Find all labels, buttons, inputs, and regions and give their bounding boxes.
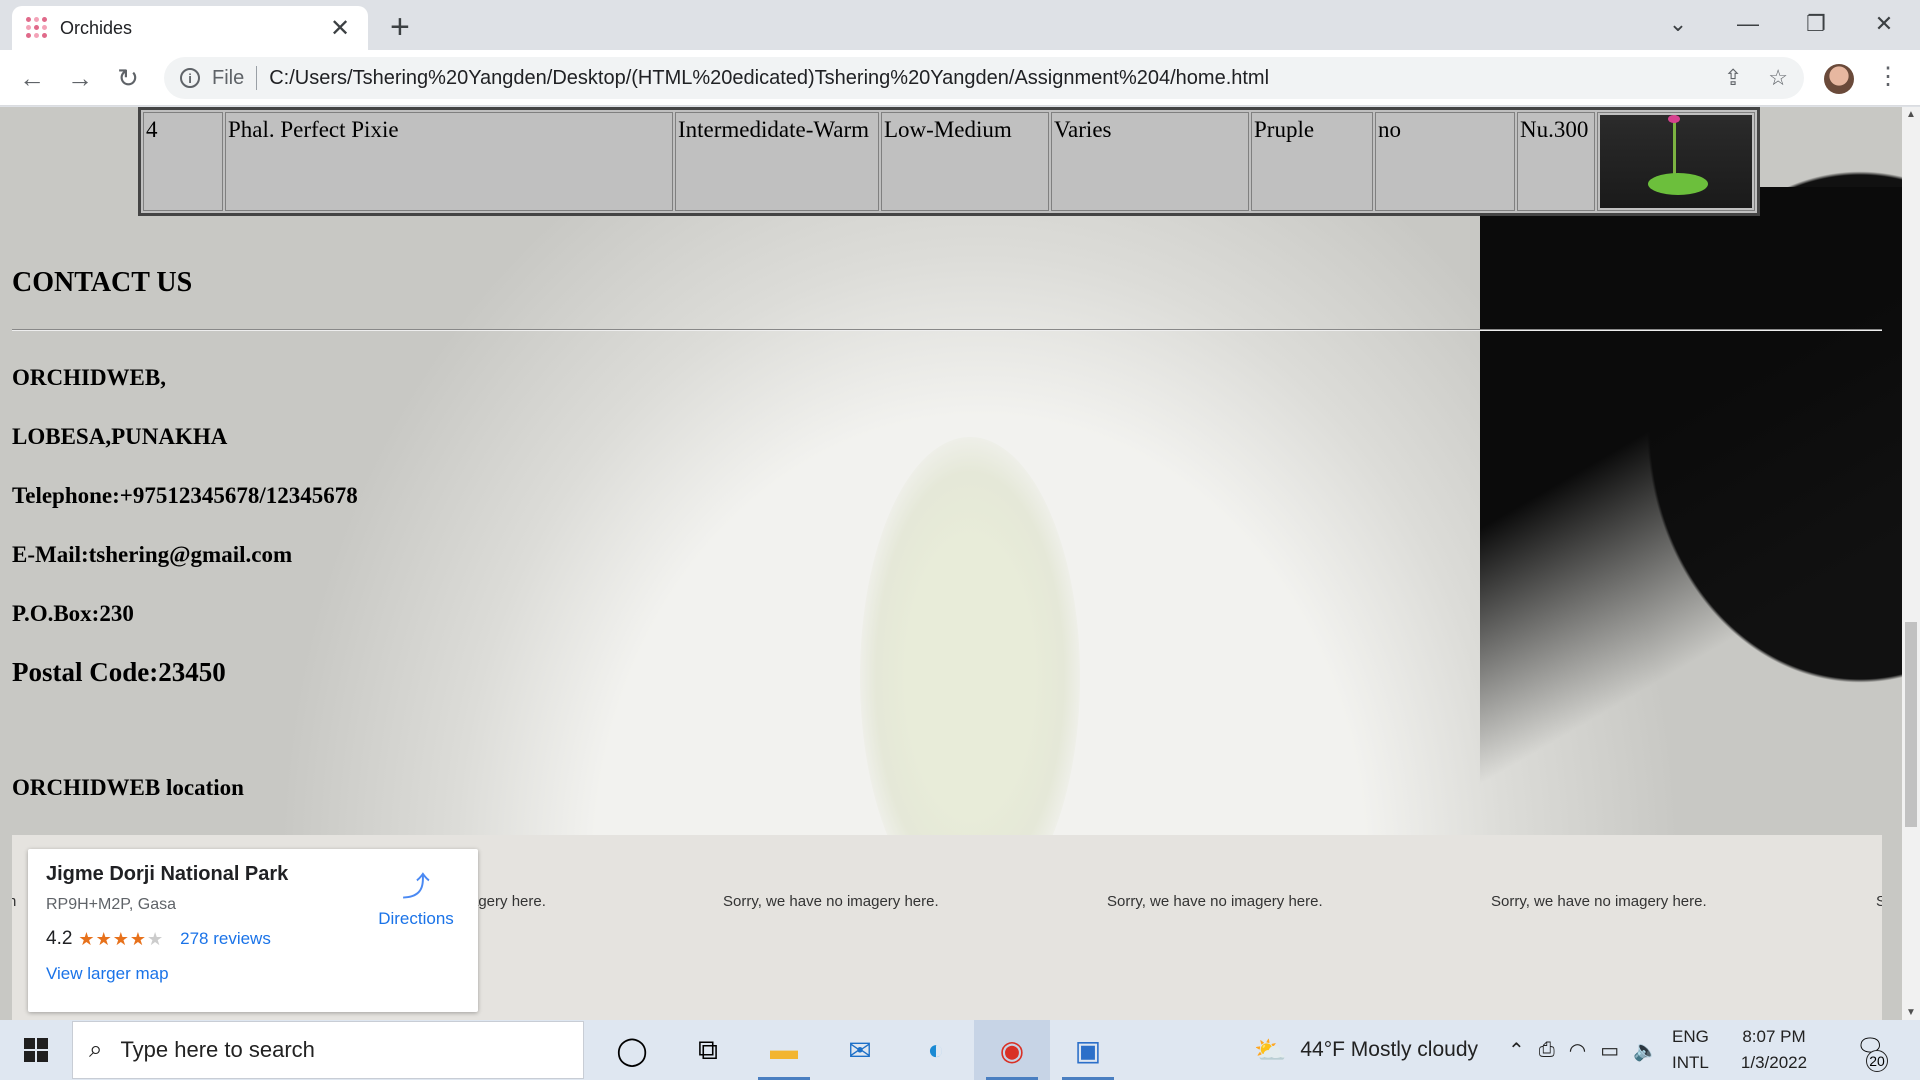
- mail-icon[interactable]: ✉: [822, 1020, 898, 1080]
- show-hidden-icons-chevron-icon[interactable]: ⌃: [1508, 1038, 1525, 1063]
- lang-primary: ENG: [1672, 1027, 1709, 1046]
- contact-heading: CONTACT US: [12, 267, 193, 298]
- browser-toolbar: ← → ↻ i File C:/Users/Tshering%20Yangden…: [0, 50, 1920, 106]
- star-icon: ★: [112, 928, 130, 949]
- scroll-down-icon[interactable]: ▼: [1902, 1007, 1920, 1018]
- background-orchid-image: [1480, 187, 1902, 787]
- clock-date: 1/3/2022: [1740, 1053, 1808, 1072]
- contact-email: E-Mail:tshering@gmail.com: [12, 542, 293, 567]
- windows-taskbar: ⌕ Type here to search ◯ ⧉ ▬ ✉ ◐ ◉ ▣ ⛅ 44…: [0, 1020, 1920, 1080]
- contact-postal-code: Postal Code:23450: [12, 657, 226, 687]
- directions-button[interactable]: ⤴ Directions: [366, 865, 466, 929]
- menu-kebab-icon[interactable]: ⋮: [1876, 62, 1900, 91]
- star-icon: ★: [78, 928, 96, 949]
- new-tab-icon[interactable]: +: [390, 8, 410, 47]
- scroll-up-icon[interactable]: ▲: [1902, 109, 1920, 120]
- star-empty-icon: ★: [146, 928, 165, 949]
- battery-icon[interactable]: ▭: [1600, 1038, 1619, 1063]
- restore-icon[interactable]: ❐: [1782, 6, 1850, 42]
- location-heading: ORCHIDWEB location: [12, 775, 244, 800]
- input-language[interactable]: ENG INTL: [1672, 1024, 1709, 1076]
- task-view-icon[interactable]: ⧉: [670, 1020, 746, 1080]
- map-no-imagery-text: Sorry, we have no imagery here.: [723, 893, 939, 910]
- contact-company: ORCHIDWEB,: [12, 365, 166, 390]
- lang-secondary: INTL: [1672, 1053, 1709, 1072]
- search-icon: ⌕: [89, 1036, 103, 1063]
- table-cell-price: Nu.300: [1517, 112, 1595, 211]
- clock-time: 8:07 PM: [1742, 1027, 1806, 1046]
- contact-pobox: P.O.Box:230: [12, 601, 134, 626]
- photos-icon[interactable]: ▣: [1050, 1020, 1126, 1080]
- map-no-imagery-text: agery here.: [470, 893, 546, 910]
- star-icon: ★: [95, 928, 113, 949]
- table-row: 4 Phal. Perfect Pixie Intermedidate-Warm…: [143, 112, 1755, 211]
- table-cell-color: Pruple: [1251, 112, 1373, 211]
- page-viewport: 4 Phal. Perfect Pixie Intermedidate-Warm…: [0, 107, 1902, 1020]
- taskbar-clock[interactable]: 8:07 PM 1/3/2022: [1741, 1024, 1807, 1076]
- scrollbar-thumb[interactable]: [1905, 622, 1917, 827]
- forward-icon[interactable]: →: [62, 60, 98, 96]
- address-bar[interactable]: i File C:/Users/Tshering%20Yangden/Deskt…: [164, 57, 1804, 99]
- map-no-imagery-text: h: [12, 893, 17, 910]
- scheme-label: File: [212, 66, 245, 89]
- share-icon[interactable]: ⇪: [1724, 65, 1742, 91]
- reviews-link[interactable]: 278 reviews: [180, 929, 271, 949]
- table-cell-fragrance: no: [1375, 112, 1515, 211]
- rating-stars: ★★★★★: [78, 929, 164, 950]
- horizontal-rule: [12, 329, 1882, 331]
- rating-row: 4.2 ★★★★★ 278 reviews: [46, 928, 460, 950]
- page-scrollbar[interactable]: ▲ ▼: [1902, 107, 1920, 1020]
- place-info-card: Jigme Dorji National Park RP9H+M2P, Gasa…: [28, 849, 478, 1012]
- table-cell-temperature: Intermedidate-Warm: [675, 112, 879, 211]
- directions-label: Directions: [378, 909, 454, 928]
- google-map-embed[interactable]: h agery here. Sorry, we have no imagery …: [12, 835, 1882, 1020]
- directions-icon: ⤴: [401, 871, 430, 902]
- system-tray: ⛅ 44°F Mostly cloudy ⌃ ⎙ ◠ ▭ 🔈 ENG INTL …: [1254, 1020, 1807, 1080]
- tab-title: Orchides: [60, 17, 133, 38]
- minimize-icon[interactable]: —: [1714, 6, 1782, 42]
- edge-icon[interactable]: ◐: [898, 1020, 974, 1080]
- star-icon: ★: [129, 928, 147, 949]
- taskbar-search-box[interactable]: ⌕ Type here to search: [72, 1021, 584, 1079]
- map-no-imagery-text: Sorry, we have no imagery here.: [1491, 893, 1707, 910]
- close-window-icon[interactable]: ✕: [1850, 6, 1918, 42]
- wifi-icon[interactable]: ◠: [1569, 1038, 1586, 1063]
- table-cell-light: Low-Medium: [881, 112, 1049, 211]
- meet-now-icon[interactable]: ⎙: [1539, 1039, 1555, 1062]
- table-cell-no: 4: [143, 112, 223, 211]
- windows-logo-icon: [24, 1038, 48, 1062]
- table-cell-bloom: Varies: [1051, 112, 1249, 211]
- contact-telephone: Telephone:+97512345678/12345678: [12, 483, 358, 508]
- contact-address: LOBESA,PUNAKHA: [12, 424, 228, 449]
- chrome-icon[interactable]: ◉: [974, 1020, 1050, 1080]
- weather-cloud-icon[interactable]: ⛅: [1254, 1035, 1286, 1066]
- favicon-icon: [26, 17, 48, 39]
- weather-text[interactable]: 44°F Mostly cloudy: [1300, 1038, 1478, 1062]
- search-placeholder: Type here to search: [120, 1037, 315, 1062]
- info-icon[interactable]: i: [180, 68, 200, 88]
- rating-value: 4.2: [46, 928, 73, 949]
- close-tab-icon[interactable]: ✕: [326, 14, 354, 43]
- start-button[interactable]: [0, 1020, 72, 1080]
- back-icon[interactable]: ←: [14, 60, 50, 96]
- bookmark-star-icon[interactable]: ☆: [1768, 65, 1788, 91]
- orchid-table: 4 Phal. Perfect Pixie Intermedidate-Warm…: [138, 107, 1760, 216]
- tab-orchides[interactable]: Orchides ✕: [12, 6, 368, 50]
- notification-count-badge: 20: [1866, 1050, 1888, 1072]
- cortana-icon[interactable]: ◯: [594, 1020, 670, 1080]
- divider: [256, 66, 258, 90]
- map-no-imagery-text: Sorry, we have no imagery here.: [1107, 893, 1323, 910]
- map-no-imagery-text: S: [1876, 893, 1882, 910]
- reload-icon[interactable]: ↻: [110, 60, 146, 96]
- table-cell-name: Phal. Perfect Pixie: [225, 112, 673, 211]
- file-explorer-icon[interactable]: ▬: [746, 1020, 822, 1080]
- table-cell-photo: [1597, 112, 1755, 211]
- view-larger-map-link[interactable]: View larger map: [46, 964, 169, 984]
- url-text[interactable]: C:/Users/Tshering%20Yangden/Desktop/(HTM…: [269, 67, 1269, 90]
- profile-avatar[interactable]: [1824, 64, 1854, 94]
- volume-icon[interactable]: 🔈: [1633, 1038, 1658, 1063]
- orchid-photo: [1600, 115, 1752, 208]
- tab-strip: Orchides ✕ + ⌄ — ❐ ✕: [0, 0, 1920, 50]
- tab-search-chevron-icon[interactable]: ⌄: [1644, 6, 1712, 42]
